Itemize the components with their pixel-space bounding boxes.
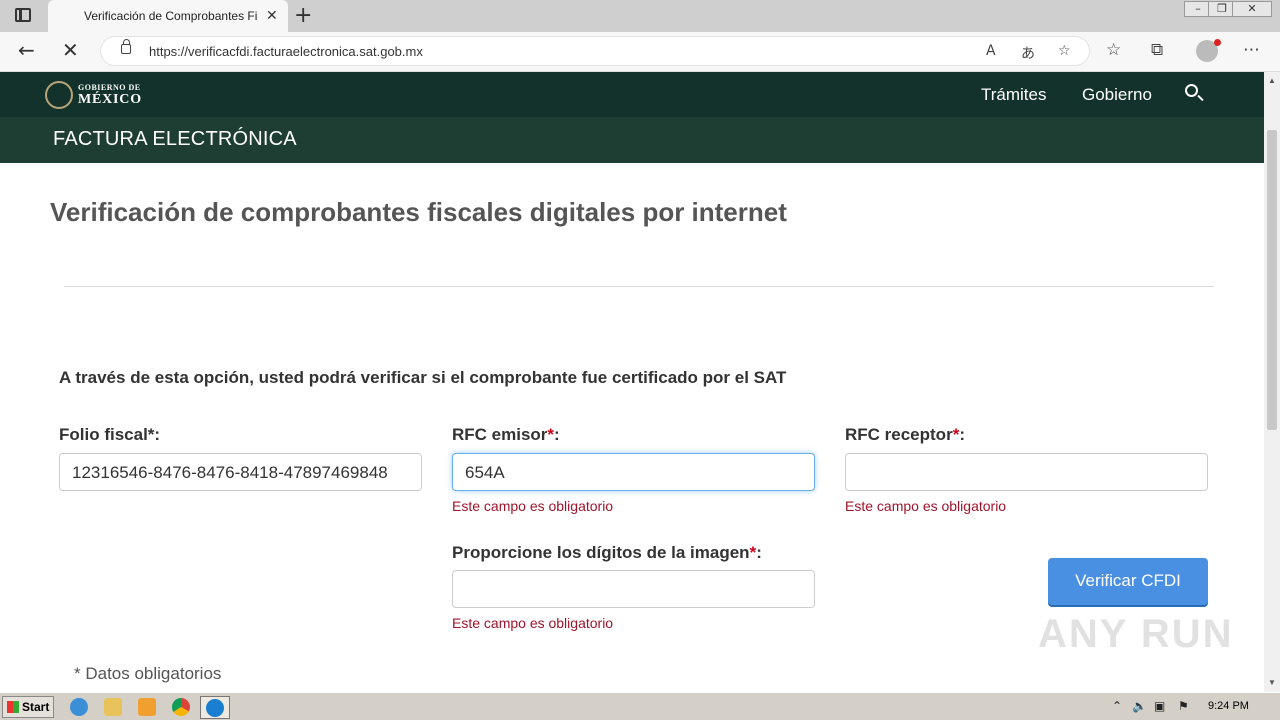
tab-close-icon[interactable]: ✕ — [266, 7, 278, 24]
captcha-error: Este campo es obligatorio — [452, 615, 614, 631]
page-title: Verificación de comprobantes fiscales di… — [50, 197, 787, 227]
add-favorite-icon[interactable]: ☆ — [1058, 43, 1071, 59]
collections-icon[interactable]: ⧉ — [1151, 40, 1163, 60]
start-button[interactable]: Start — [2, 696, 54, 718]
anyrun-watermark: ANY RUN — [1038, 612, 1234, 656]
section-title[interactable]: FACTURA ELECTRÓNICA — [53, 128, 297, 151]
back-icon[interactable]: ← — [18, 38, 35, 62]
folio-label: Folio fiscal*: — [59, 425, 161, 444]
logo-line2: MÉXICO — [78, 92, 142, 107]
volume-icon[interactable]: 🔈 — [1132, 699, 1147, 713]
section-header: FACTURA ELECTRÓNICA — [0, 117, 1264, 163]
folio-input[interactable]: 12316546-8476-8476-8418-47897469848 — [59, 453, 422, 491]
rfc-emisor-label: RFC emisor*: — [452, 425, 560, 444]
chrome-icon[interactable] — [172, 698, 190, 716]
tray-expand-icon[interactable]: ⌃ — [1112, 699, 1122, 713]
new-tab-button[interactable]: + — [294, 3, 312, 28]
stop-icon[interactable]: ✕ — [62, 38, 79, 62]
browser-tab[interactable]: Verificación de Comprobantes Fi ✕ — [48, 0, 288, 32]
clock: 9:24 PM — [1208, 700, 1249, 712]
browser-toolbar: ← ✕ https://verificacfdi.facturaelectron… — [0, 32, 1280, 72]
tab-title: Verificación de Comprobantes Fi — [84, 9, 258, 23]
rfc-receptor-label: RFC receptor*: — [845, 425, 965, 444]
tab-actions-icon[interactable] — [15, 8, 31, 22]
mexico-seal-icon[interactable] — [45, 81, 73, 109]
logo-line1: GOBIERNO DE — [78, 83, 141, 92]
ie-icon[interactable] — [70, 698, 88, 716]
more-icon[interactable]: ⋯ — [1243, 40, 1260, 60]
rfc-emisor-input[interactable]: 654A — [452, 453, 815, 491]
url-text: https://verificacfdi.facturaelectronica.… — [149, 44, 423, 59]
explorer-icon[interactable] — [104, 698, 122, 716]
windows-taskbar: Start ⌃ 🔈 ▣ ⚑ 9:24 PM — [0, 692, 1280, 720]
read-aloud-icon[interactable]: A — [986, 43, 996, 59]
windows-flag-icon — [7, 701, 19, 713]
edge-taskbar-button[interactable] — [200, 696, 230, 719]
edge-icon — [206, 699, 224, 717]
rfc-receptor-error: Este campo es obligatorio — [845, 498, 1007, 514]
divider — [64, 286, 1214, 287]
media-player-icon[interactable] — [138, 698, 156, 716]
search-icon[interactable] — [1185, 84, 1198, 97]
scroll-down-icon[interactable]: ▼ — [1268, 678, 1276, 687]
nav-gobierno[interactable]: Gobierno — [1082, 85, 1152, 105]
captcha-label: Proporcione los dígitos de la imagen*: — [452, 543, 762, 562]
browser-title-bar: Verificación de Comprobantes Fi ✕ + – ❐ … — [0, 0, 1280, 32]
rfc-receptor-input[interactable] — [845, 453, 1208, 491]
verify-cfdi-button[interactable]: Verificar CFDI — [1048, 558, 1208, 605]
favorites-icon[interactable]: ☆ — [1106, 40, 1121, 60]
profile-icon[interactable] — [1196, 39, 1221, 62]
rfc-emisor-error: Este campo es obligatorio — [452, 498, 614, 514]
address-bar[interactable]: https://verificacfdi.facturaelectronica.… — [100, 36, 1090, 66]
scroll-up-icon[interactable]: ▲ — [1268, 76, 1276, 85]
network-icon[interactable]: ▣ — [1154, 699, 1165, 713]
captcha-input[interactable] — [452, 570, 815, 608]
required-note: * Datos obligatorios — [74, 664, 222, 683]
page-scrollbar[interactable]: ▲ ▼ — [1264, 72, 1280, 692]
scroll-thumb[interactable] — [1267, 130, 1277, 430]
flag-icon[interactable]: ⚑ — [1178, 699, 1189, 713]
translate-icon[interactable]: あ — [1021, 43, 1035, 63]
lock-icon[interactable] — [121, 39, 131, 54]
close-window-button[interactable]: ✕ — [1232, 1, 1272, 17]
nav-tramites[interactable]: Trámites — [981, 85, 1047, 105]
intro-text: A través de esta opción, usted podrá ver… — [59, 368, 787, 387]
government-header: GOBIERNO DE MÉXICO Trámites Gobierno — [0, 72, 1264, 117]
